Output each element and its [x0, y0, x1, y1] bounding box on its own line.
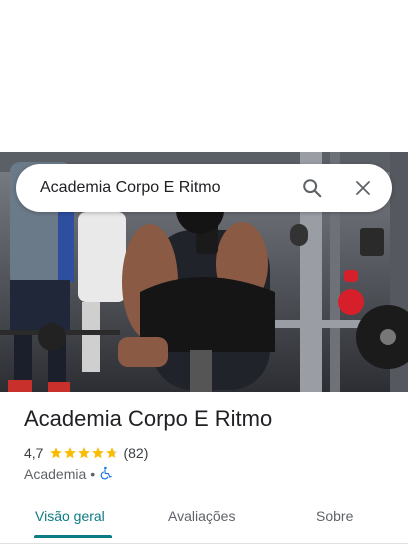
wheelchair-icon: [99, 466, 113, 483]
star-rating: [49, 446, 119, 460]
rating-value: 4,7: [24, 445, 44, 461]
search-icon[interactable]: [300, 176, 324, 200]
search-input[interactable]: Academia Corpo E Ritmo: [16, 179, 300, 197]
category-row: Academia •: [24, 465, 113, 483]
active-tab-indicator: [34, 535, 112, 538]
tab-about[interactable]: Sobre: [316, 496, 353, 536]
tab-bar: Visão geral Avaliações Sobre: [0, 496, 408, 544]
star-icon: [50, 447, 63, 459]
review-count[interactable]: (82): [123, 445, 148, 461]
close-icon[interactable]: [351, 176, 375, 200]
star-icon: [64, 447, 77, 459]
tab-overview[interactable]: Visão geral: [35, 496, 105, 536]
star-icon: [92, 447, 105, 459]
tab-reviews[interactable]: Avaliações: [168, 496, 235, 536]
place-category: Academia: [24, 466, 87, 482]
star-icon: [78, 447, 91, 459]
search-bar[interactable]: Academia Corpo E Ritmo: [16, 164, 392, 212]
star-icon: [106, 447, 119, 459]
place-title: Academia Corpo E Ritmo: [24, 406, 273, 431]
separator-dot: •: [90, 466, 96, 482]
rating-row[interactable]: 4,7 (82): [24, 444, 148, 462]
